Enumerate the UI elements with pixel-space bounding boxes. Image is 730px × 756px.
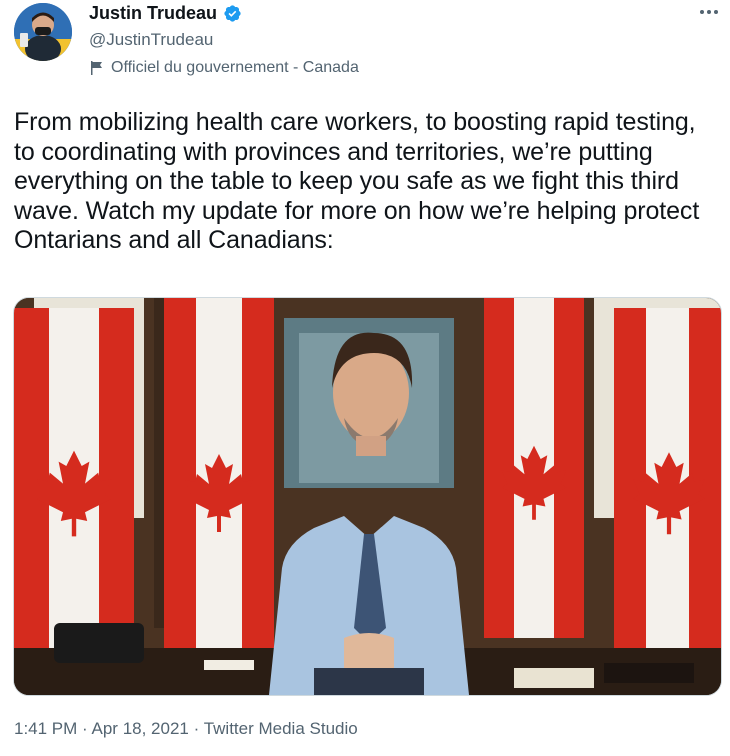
government-label-text: Officiel du gouvernement - Canada [111, 59, 359, 76]
tweet-meta: 1:41 PM · Apr 18, 2021 · Twitter Media S… [14, 719, 358, 739]
government-label: Officiel du gouvernement - Canada [89, 59, 359, 77]
avatar[interactable] [14, 3, 72, 61]
more-options-icon [700, 10, 718, 14]
tweet-date[interactable]: Apr 18, 2021 [92, 719, 189, 738]
author-handle[interactable]: @JustinTrudeau [89, 30, 213, 50]
author-display-name[interactable]: Justin Trudeau [89, 3, 217, 24]
video-thumbnail [14, 298, 721, 695]
more-options-button[interactable] [694, 0, 724, 24]
tweet-time[interactable]: 1:41 PM [14, 719, 77, 738]
author-name-row: Justin Trudeau [89, 3, 242, 24]
verified-badge-icon [223, 4, 242, 23]
meta-separator-2: · [193, 719, 200, 738]
flag-icon [89, 60, 105, 76]
meta-separator: · [82, 719, 88, 738]
tweet-source[interactable]: Twitter Media Studio [204, 719, 358, 738]
tweet-text: From mobilizing health care workers, to … [14, 108, 700, 254]
profile-photo [14, 3, 72, 61]
video-player[interactable] [13, 297, 722, 696]
